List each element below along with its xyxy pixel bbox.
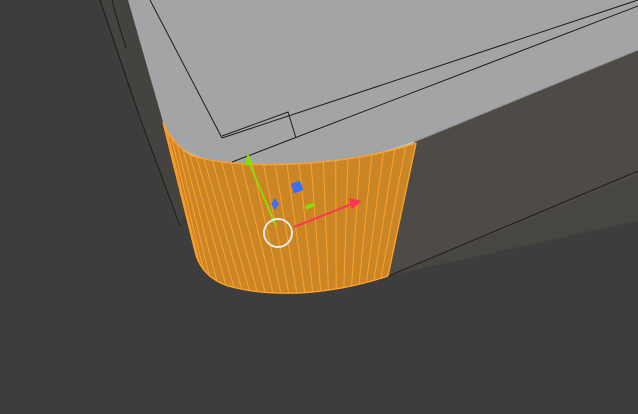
3d-viewport[interactable] — [0, 0, 638, 414]
selected-face-loop-edge — [335, 160, 337, 289]
viewport-canvas[interactable] — [0, 0, 638, 414]
